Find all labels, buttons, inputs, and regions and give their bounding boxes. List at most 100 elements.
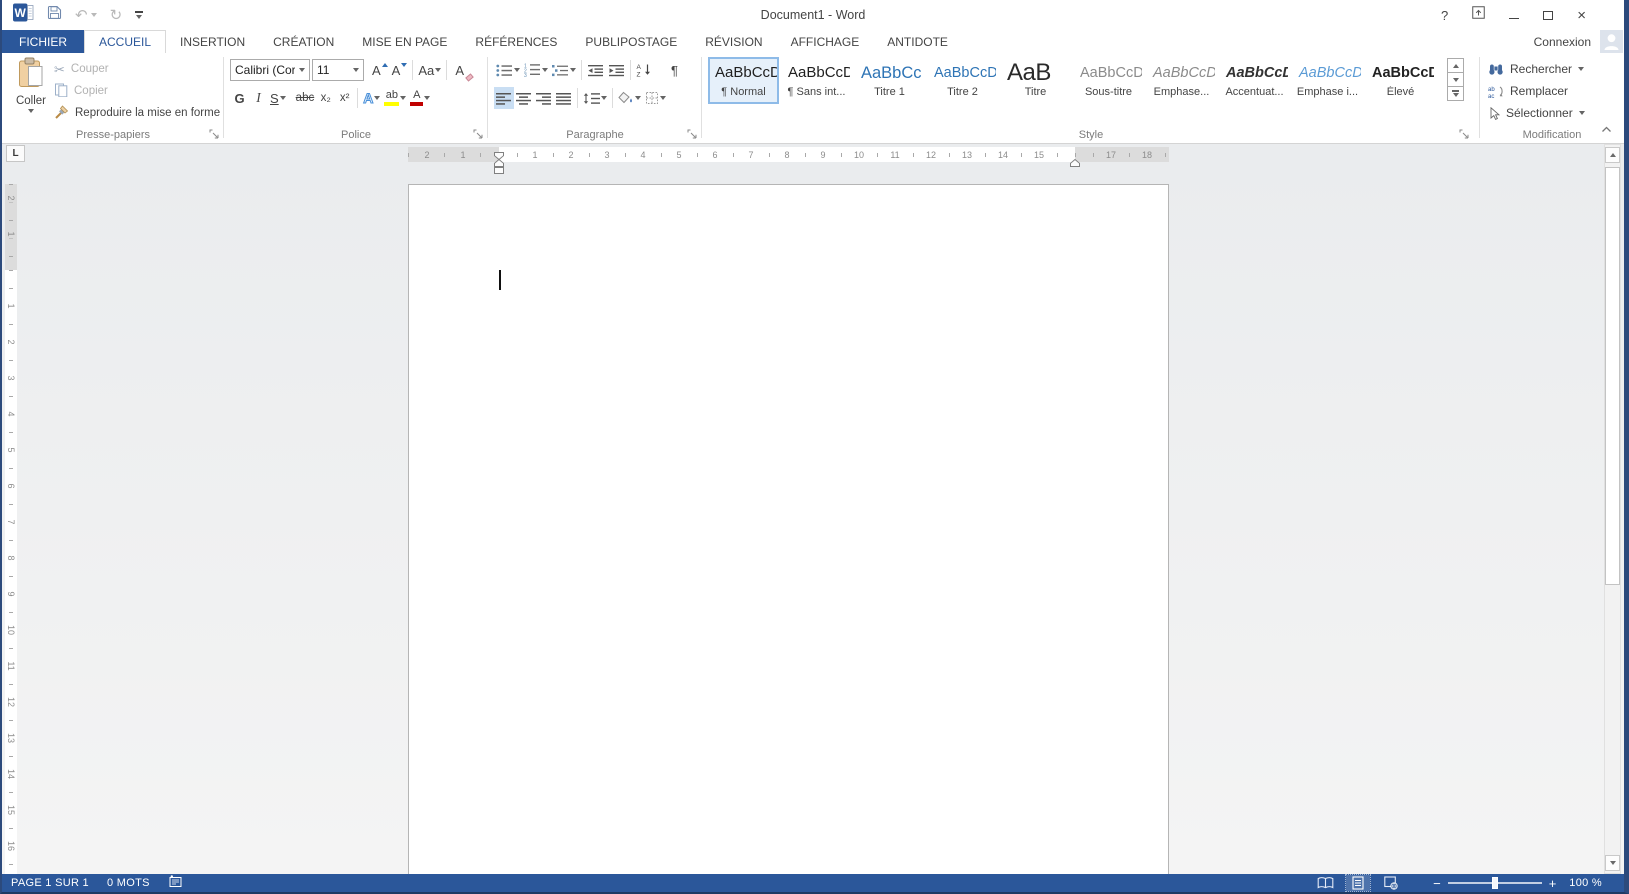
scroll-up-button[interactable] xyxy=(1605,147,1620,163)
replace-button[interactable]: ab ac Remplacer xyxy=(1488,80,1568,102)
styles-group-label: Style xyxy=(1078,129,1104,141)
font-size-combobox[interactable]: 11 xyxy=(312,59,364,81)
decrease-indent-button[interactable] xyxy=(585,59,606,81)
bullets-button[interactable] xyxy=(494,59,522,81)
align-center-button[interactable] xyxy=(514,87,534,109)
change-case-button[interactable]: Aa xyxy=(416,59,443,81)
avatar[interactable] xyxy=(1600,30,1623,53)
zoom-out-button[interactable]: − xyxy=(1433,877,1441,890)
style-item[interactable]: AaBbCcDc ¶ Sans int... xyxy=(781,57,852,104)
bold-button[interactable]: G xyxy=(230,87,249,109)
style-item[interactable]: AaBbCcDc Emphase... xyxy=(1146,57,1217,104)
vertical-scrollbar[interactable] xyxy=(1604,144,1621,874)
right-indent-marker[interactable] xyxy=(1070,154,1080,172)
scrollbar-thumb[interactable] xyxy=(1605,167,1620,585)
select-button[interactable]: Sélectionner xyxy=(1488,102,1585,124)
grow-font-button[interactable]: A xyxy=(370,59,390,81)
ribbon-tab[interactable]: RÉFÉRENCES xyxy=(461,30,571,53)
style-item[interactable]: AaBbCcDc ¶ Normal xyxy=(708,57,779,104)
tab-stop-selector[interactable]: L xyxy=(6,145,25,162)
customize-quick-access-button[interactable] xyxy=(135,11,144,19)
text-effects-button[interactable]: A xyxy=(361,87,382,109)
sort-button[interactable]: A Z xyxy=(634,59,653,81)
minimize-button[interactable] xyxy=(1509,17,1520,19)
show-formatting-marks-button[interactable]: ¶ xyxy=(665,59,684,81)
save-icon[interactable] xyxy=(47,5,62,25)
align-left-button[interactable] xyxy=(494,87,514,109)
align-right-button[interactable] xyxy=(534,87,554,109)
font-color-button[interactable]: A xyxy=(408,87,432,109)
strikethrough-button[interactable]: abc xyxy=(294,87,317,109)
line-spacing-button[interactable] xyxy=(581,87,609,109)
redo-button[interactable]: ↻ xyxy=(110,8,123,23)
highlight-color-button[interactable]: ab xyxy=(382,87,408,109)
ribbon-tab[interactable]: MISE EN PAGE xyxy=(348,30,461,53)
style-item[interactable]: AaB Titre xyxy=(1000,57,1071,104)
read-mode-button[interactable] xyxy=(1313,875,1337,891)
shading-button[interactable] xyxy=(616,87,643,109)
font-name-combobox[interactable]: Calibri (Corp xyxy=(230,59,310,81)
superscript-button[interactable]: x² xyxy=(335,87,354,109)
styles-scroll-down-button[interactable] xyxy=(1447,72,1464,87)
paste-button[interactable]: Coller xyxy=(10,57,52,133)
style-item[interactable]: AaBbCcDc Emphase i... xyxy=(1292,57,1363,104)
find-button[interactable]: Rechercher xyxy=(1488,58,1585,80)
zoom-slider-thumb[interactable] xyxy=(1491,877,1498,889)
maximize-button[interactable] xyxy=(1543,10,1554,20)
account-area[interactable]: Connexion xyxy=(1534,30,1624,53)
sign-in-label[interactable]: Connexion xyxy=(1534,35,1591,49)
ribbon-tab[interactable]: RÉVISION xyxy=(691,30,776,53)
ribbon-tab[interactable]: FICHIER xyxy=(2,30,84,53)
help-button[interactable]: ? xyxy=(1441,9,1448,22)
shrink-font-button[interactable]: A xyxy=(390,59,410,81)
document-page[interactable] xyxy=(408,184,1169,874)
close-button[interactable]: × xyxy=(1577,7,1586,24)
web-layout-button[interactable] xyxy=(1379,875,1403,891)
word-logo-icon[interactable]: W xyxy=(13,3,34,27)
zoom-slider[interactable] xyxy=(1447,877,1542,889)
styles-dialog-launcher[interactable] xyxy=(1459,127,1470,139)
ribbon-tab[interactable]: INSERTION xyxy=(166,30,259,53)
justify-button[interactable] xyxy=(554,87,574,109)
clear-formatting-button[interactable]: A xyxy=(450,59,475,82)
borders-button[interactable] xyxy=(643,87,668,109)
collapse-ribbon-button[interactable] xyxy=(1601,120,1612,138)
style-item[interactable]: AaBbCc Titre 1 xyxy=(854,57,925,104)
ribbon-tab[interactable]: PUBLIPOSTAGE xyxy=(571,30,691,53)
cut-button[interactable]: ✂ Couper xyxy=(54,58,220,80)
page-count[interactable]: PAGE 1 SUR 1 xyxy=(11,877,89,889)
horizontal-ruler[interactable]: 21 1 2 3 4 5 6 7 8 9 10 11 12 13 14 15 17 18 xyxy=(408,147,1169,174)
format-painter-button[interactable]: Reproduire la mise en forme xyxy=(54,102,220,124)
zoom-level[interactable]: 100 % xyxy=(1569,877,1602,889)
left-indent-marker[interactable] xyxy=(494,162,504,180)
ribbon-display-options-button[interactable] xyxy=(1472,6,1485,24)
increase-indent-button[interactable] xyxy=(606,59,627,81)
ribbon-tab[interactable]: AFFICHAGE xyxy=(777,30,874,53)
numbering-button[interactable]: 1 2 3 xyxy=(522,59,550,81)
style-item[interactable]: AaBbCcDc Accentuat... xyxy=(1219,57,1290,104)
style-item[interactable]: AaBbCcD Sous-titre xyxy=(1073,57,1144,104)
scroll-down-button[interactable] xyxy=(1605,855,1620,871)
ribbon-tab[interactable]: ACCUEIL xyxy=(84,30,167,53)
ruler-number: 12 xyxy=(6,694,16,710)
italic-button[interactable]: I xyxy=(249,87,268,109)
font-dialog-launcher[interactable] xyxy=(473,127,484,139)
vertical-ruler[interactable]: 21 1 2 3 4 5 6 7 8 9 10 11 12 13 14 15 16 xyxy=(5,184,17,874)
zoom-in-button[interactable]: + xyxy=(1549,877,1557,890)
undo-button[interactable]: ↶ xyxy=(75,8,97,23)
styles-scroll-up-button[interactable] xyxy=(1447,58,1464,73)
paragraph-dialog-launcher[interactable] xyxy=(687,127,698,139)
style-item[interactable]: AaBbCcD Titre 2 xyxy=(927,57,998,104)
proofing-check-button[interactable] xyxy=(168,875,183,891)
style-item[interactable]: AaBbCcDc Élevé xyxy=(1365,57,1436,104)
ribbon-tab[interactable]: ANTIDOTE xyxy=(873,30,962,53)
styles-gallery-more-button[interactable] xyxy=(1447,86,1464,101)
print-layout-button[interactable] xyxy=(1345,874,1372,892)
ribbon-tab[interactable]: CRÉATION xyxy=(259,30,348,53)
multilevel-list-button[interactable] xyxy=(550,59,578,81)
subscript-button[interactable]: x₂ xyxy=(316,87,335,109)
word-count[interactable]: 0 MOTS xyxy=(107,877,150,889)
copy-button[interactable]: Copier xyxy=(54,80,220,102)
clipboard-dialog-launcher[interactable] xyxy=(209,127,220,139)
underline-button[interactable]: S xyxy=(268,87,288,109)
